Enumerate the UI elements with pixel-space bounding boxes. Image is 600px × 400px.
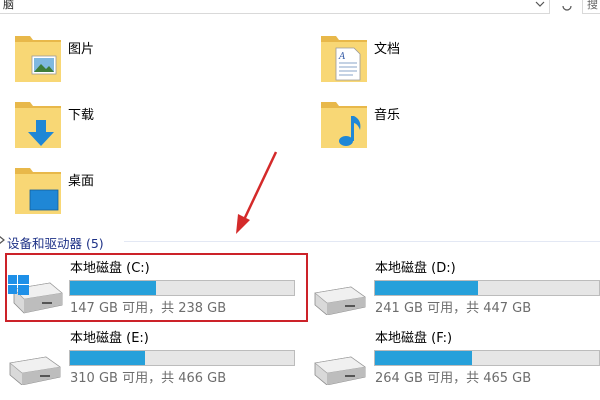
hard-drive-icon: [314, 356, 366, 385]
drive-name: 本地磁盘 (D:): [375, 261, 456, 276]
drive-usage-bar: [374, 350, 600, 366]
address-bar[interactable]: 脑: [0, 0, 550, 14]
chevron-right-icon[interactable]: [0, 235, 6, 245]
chevron-down-icon[interactable]: [535, 0, 545, 9]
search-box[interactable]: 搜: [582, 0, 600, 14]
drive-usage-fill: [70, 351, 146, 365]
drive-name: 本地磁盘 (E:): [70, 331, 149, 346]
address-bar-area: 脑 搜: [0, 0, 600, 16]
drive-usage-fill: [375, 351, 472, 365]
svg-text:A: A: [338, 52, 346, 62]
highlight-box: [5, 253, 308, 322]
folder-desktop[interactable]: 桌面: [14, 164, 94, 224]
downloads-folder-icon: [15, 102, 61, 148]
music-folder-icon: [321, 102, 367, 148]
folder-label: 图片: [68, 42, 95, 57]
section-divider: [124, 241, 600, 242]
folder-label: 下载: [68, 108, 95, 123]
hard-drive-icon: [9, 356, 61, 385]
drive-d[interactable]: 本地磁盘 (D:) 241 GB 可用，共 447 GB: [313, 261, 600, 321]
drive-usage-bar: [374, 280, 600, 296]
address-path: 脑: [3, 0, 14, 11]
drive-usage-fill: [375, 281, 479, 295]
drive-free-space: 310 GB 可用，共 466 GB: [70, 371, 227, 386]
drive-f[interactable]: 本地磁盘 (F:) 264 GB 可用，共 465 GB: [313, 331, 600, 391]
folder-documents[interactable]: A 文档: [320, 32, 400, 92]
devices-section-header[interactable]: 设备和驱动器 (5): [0, 230, 600, 251]
drive-name: 本地磁盘 (F:): [375, 331, 453, 346]
folder-music[interactable]: 音乐: [320, 98, 400, 158]
folder-label: 文档: [374, 42, 401, 57]
desktop-folder-icon: [15, 168, 61, 214]
folder-label: 音乐: [374, 108, 401, 123]
documents-folder-icon: A: [321, 36, 367, 82]
section-title: 设备和驱动器 (5): [7, 236, 104, 251]
hard-drive-icon: [314, 286, 366, 315]
pictures-folder-icon: [15, 36, 61, 82]
drive-usage-bar: [69, 350, 295, 366]
refresh-button[interactable]: [556, 0, 578, 14]
folder-downloads[interactable]: 下载: [14, 98, 94, 158]
drive-e[interactable]: 本地磁盘 (E:) 310 GB 可用，共 466 GB: [8, 331, 300, 391]
refresh-icon: [562, 5, 572, 11]
drive-free-space: 241 GB 可用，共 447 GB: [375, 301, 532, 316]
annotation-arrow: [236, 151, 278, 234]
folder-label: 桌面: [68, 174, 95, 189]
folder-pictures[interactable]: 图片: [14, 32, 94, 92]
search-placeholder: 搜: [587, 0, 598, 11]
drive-free-space: 264 GB 可用，共 465 GB: [375, 371, 532, 386]
